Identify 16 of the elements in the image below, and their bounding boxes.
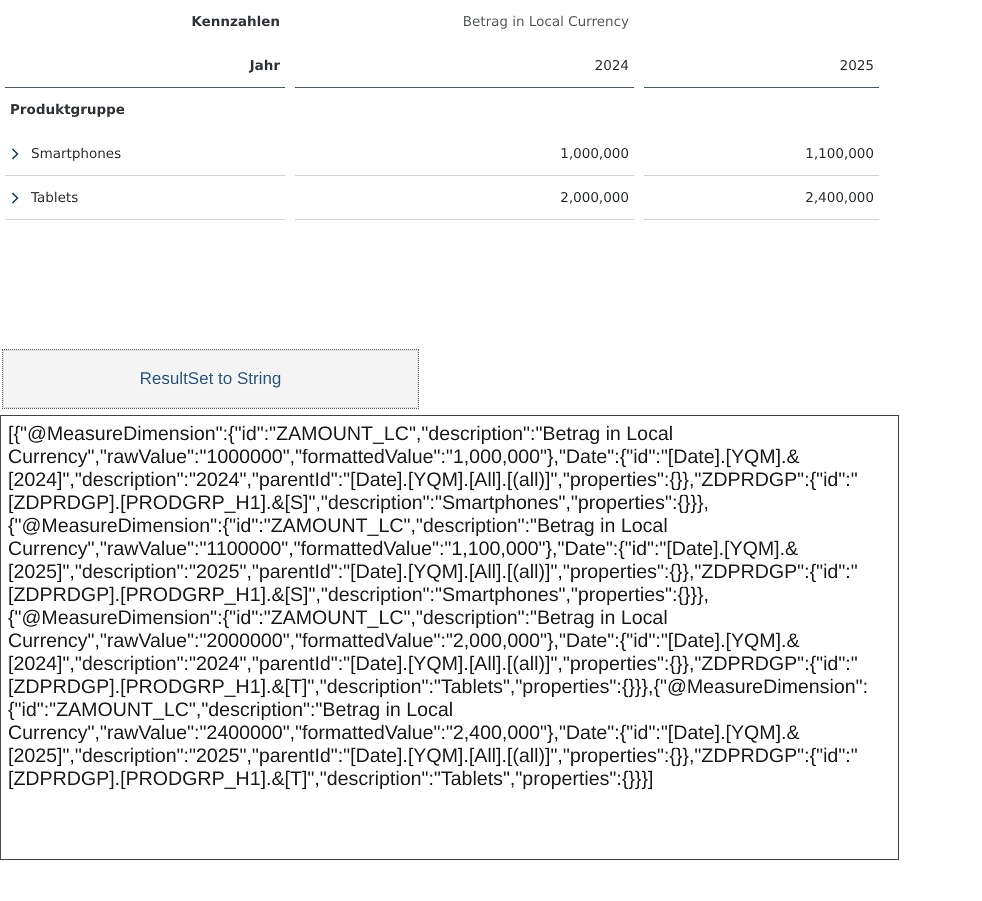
header-label: Kennzahlen (191, 14, 280, 30)
chevron-icon[interactable] (11, 148, 19, 160)
chevron-icon[interactable] (11, 192, 19, 204)
table-cell: 1,100,000 (805, 146, 874, 162)
column-header: 2025 (840, 58, 874, 74)
table-cell: 2,000,000 (560, 190, 629, 206)
row-label: Smartphones (31, 146, 122, 162)
measure-header: Betrag in Local Currency (462, 14, 629, 30)
row-label: Tablets (31, 190, 78, 206)
dimension-header: Produktgruppe (10, 102, 125, 118)
header-label: Jahr (250, 58, 280, 74)
table-cell: 1,000,000 (560, 146, 629, 162)
column-header: 2024 (594, 58, 629, 74)
output-field[interactable]: [{"@MeasureDimension":{"id":"ZAMOUNT_LC","description":"Betrag in Local Currency","rawValue":"1000000","formattedValue":"1,000,000"},"Date":{"id":"[Date].[YQM].&[2024]","description":"2024","parentId":"[Date].[YQM].[All].[(all)]","properties":{}},"ZDPRDGP":{"id":"[ZDPRDGP].[PRODGRP_H1].&[S]","description":"Smartphones","properties":{}}},{"@MeasureDimension":{"id":"ZAMOUNT_LC","description":"Betrag in Local Currency","rawValue":"1100000","formattedValue":"1,100,000"},"Date":{"id":"[Date].[YQM].&[2025]","description":"2025","parentId":"[Date].[YQM].[All].[(all)]","properties":{}},"ZDPRDGP":{"id":"[ZDPRDGP].[PRODGRP_H1].&[S]","description":"Smartphones","properties":{}}},{"@MeasureDimension":{"id":"ZAMOUNT_LC","description":"Betrag in Local Currency","rawValue":"2000000","formattedValue":"2,000,000"},"Date":{"id":"[Date].[YQM].&[2024]","description":"2024","parentId":"[Date].[YQM].[All].[(all)]","properties":{}},"ZDPRDGP":{"id":"[ZDPRDGP].[PRODGRP_H1].&[T]","description":"Tablets","properties":{}}},{"@MeasureDimension":{"id":"ZAMOUNT_LC","description":"Betrag in Local Currency","rawValue":"2400000","formattedValue":"2,400,000"},"Date":{"id":"[Date].[YQM].&[2025]","description":"2025","parentId":"[Date].[YQM].[All].[(all)]","properties":{}},"ZDPRDGP":{"id":"[ZDPRDGP].[PRODGRP_H1].&[T]","description":"Tablets","properties":{}}}] (0, 415, 899, 860)
resultset-button[interactable]: ResultSet to String (2, 349, 419, 409)
table-cell: 2,400,000 (805, 190, 874, 206)
